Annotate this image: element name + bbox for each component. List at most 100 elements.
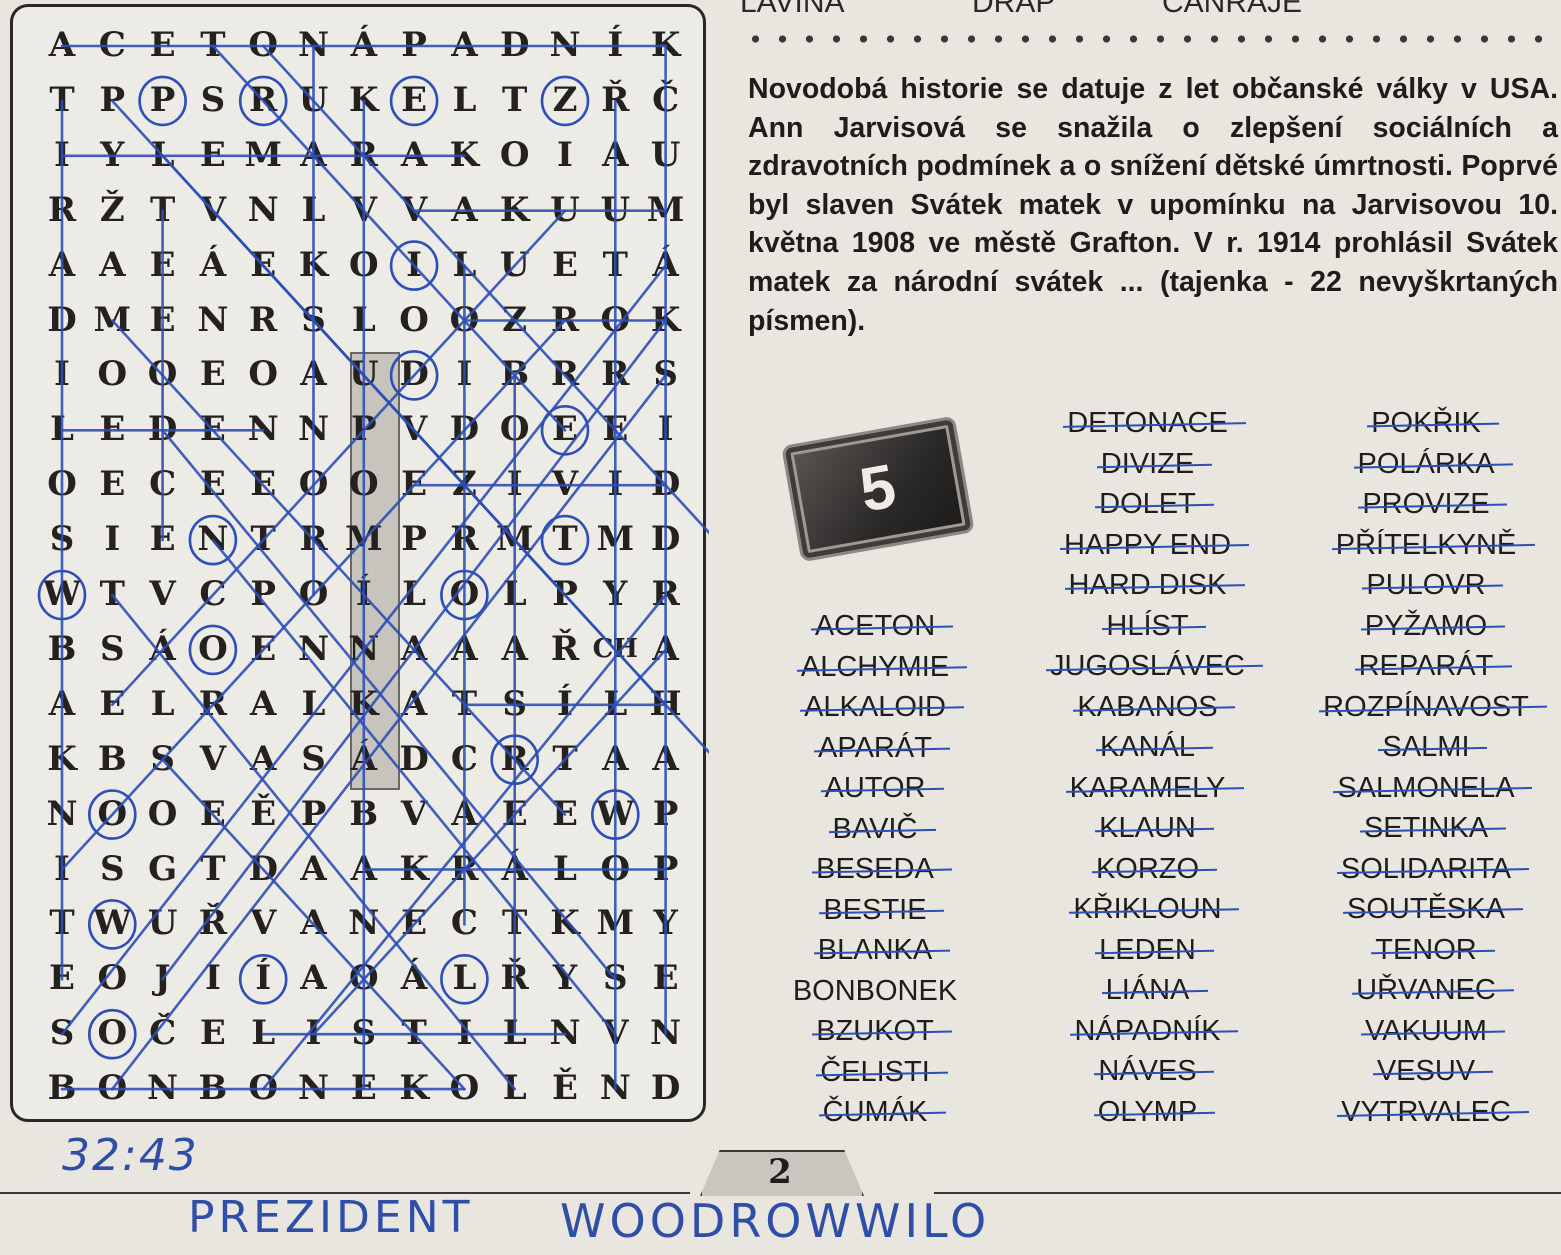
grid-cell: I	[657, 409, 674, 450]
word-list-item: BESTIE	[770, 890, 980, 931]
grid-cell: R	[349, 134, 378, 175]
grid-cell: B	[500, 354, 530, 395]
grid-cell: L	[452, 958, 477, 999]
word-list-item: KABANOS	[1020, 687, 1275, 728]
word-text: HAPPY END	[1064, 525, 1231, 566]
grid-cell: C	[199, 574, 227, 614]
grid-cell: M	[596, 903, 635, 944]
word-text: PŘÍTELKYNĚ	[1336, 525, 1517, 566]
grid-cell: A	[400, 628, 428, 669]
grid-cell: A	[652, 628, 679, 669]
word-list-item: HAPPY END	[1020, 525, 1275, 566]
grid-cell: P	[300, 793, 327, 834]
grid-cell: A	[48, 244, 76, 285]
grid-cell: P	[351, 409, 377, 450]
word-text: SOLIDARITA	[1341, 849, 1511, 890]
word-text: NÁPADNÍK	[1074, 1011, 1220, 1052]
grid-cell: I	[557, 134, 573, 175]
grid-cell: M	[344, 519, 383, 560]
grid-cell: E	[401, 79, 428, 120]
grid-cell: A	[400, 134, 428, 175]
grid-cell: L	[502, 574, 527, 614]
word-list-item: VYTRVALEC	[1295, 1092, 1557, 1133]
grid-cell: E	[199, 793, 226, 834]
grid-cell: O	[348, 464, 379, 505]
grid-cell: O	[147, 793, 178, 834]
word-text: SALMONELA	[1337, 768, 1514, 809]
grid-cell: N	[297, 628, 330, 669]
grid-cell: L	[50, 409, 74, 450]
word-text: ROZPÍNAVOST	[1323, 687, 1529, 728]
word-text: KLAUN	[1099, 808, 1196, 849]
grid-cell: H	[649, 683, 682, 724]
grid-cell: K	[399, 848, 429, 889]
grid-cell: O	[97, 1013, 128, 1054]
word-list-item: ČELISTI	[770, 1052, 980, 1093]
grid-cell: O	[248, 354, 278, 395]
grid-cell: E	[401, 903, 428, 944]
word-list-item: ALKALOID	[770, 687, 980, 728]
grid-cell: V	[602, 1013, 629, 1054]
grid-cell: V	[400, 189, 428, 230]
grid-cell: Á	[350, 738, 377, 779]
grid-cell: L	[553, 848, 577, 889]
grid-cell: O	[97, 354, 128, 395]
grid-cell: T	[451, 683, 478, 724]
grid-cell: N	[297, 409, 330, 450]
word-list-item: SALMONELA	[1295, 768, 1557, 809]
grid-cell: Č	[149, 1013, 177, 1054]
grid-cell: Ř	[550, 628, 580, 669]
grid-cell: U	[147, 903, 178, 944]
word-text: VAKUUM	[1365, 1011, 1487, 1052]
grid-cell: L	[251, 1013, 276, 1054]
grid-cell: E	[199, 1013, 226, 1054]
grid-cell: U	[499, 244, 530, 285]
grid-cell: N	[197, 299, 229, 340]
grid-cell: I	[607, 464, 624, 505]
grid-cell: O	[399, 299, 429, 340]
grid-cell: R	[198, 683, 228, 724]
grid-cell: T	[49, 903, 75, 944]
grid-cell: S	[502, 683, 527, 724]
word-list-item: KORZO	[1020, 849, 1275, 890]
grid-cell: Ř	[601, 79, 630, 120]
grid-cell: A	[249, 738, 277, 779]
word-list-item: BLANKA	[770, 930, 980, 971]
grid-cell: W	[596, 793, 635, 834]
grid-cell: T	[99, 574, 125, 614]
word-list-item: AUTOR	[770, 768, 980, 809]
grid-cell: I	[305, 1013, 322, 1054]
word-list-item: REPARÁT	[1295, 646, 1557, 687]
top-word: DRAP	[972, 0, 1055, 14]
grid-cell: Í	[607, 25, 624, 65]
grid-cell: A	[451, 628, 478, 669]
grid-cell: A	[300, 354, 327, 395]
grid-cell: CH	[592, 633, 638, 664]
grid-cell: P	[149, 79, 176, 120]
grid-cell: U	[348, 354, 379, 395]
grid-cell: M	[596, 519, 635, 560]
grid-cell: E	[652, 958, 679, 999]
grid-cell: V	[400, 409, 428, 450]
puzzle-intro-text: Novodobá historie se datuje z let občans…	[748, 73, 1558, 337]
grid-cell: Á	[199, 244, 227, 285]
word-text: ALCHYMIE	[801, 647, 949, 688]
grid-cell: Í	[255, 958, 272, 999]
grid-cell: T	[502, 903, 528, 944]
grid-cell: K	[298, 244, 329, 285]
grid-cell: A	[300, 958, 327, 999]
grid-cell: N	[549, 1013, 581, 1054]
grid-cell: E	[250, 628, 277, 669]
word-text: KANÁL	[1100, 727, 1195, 768]
word-text: PROVIZE	[1362, 484, 1489, 525]
grid-cell: I	[54, 848, 70, 889]
grid-cell: A	[350, 848, 377, 889]
word-list-item: NÁPADNÍK	[1020, 1011, 1275, 1052]
grid-cell: P	[250, 574, 276, 614]
grid-cell: S	[100, 848, 125, 889]
grid-cell: N	[348, 628, 380, 669]
grid-cell: J	[154, 958, 171, 999]
grid-cell: R	[299, 519, 328, 560]
grid-cell: D	[650, 1068, 681, 1109]
word-list-item: LEDEN	[1020, 930, 1275, 971]
